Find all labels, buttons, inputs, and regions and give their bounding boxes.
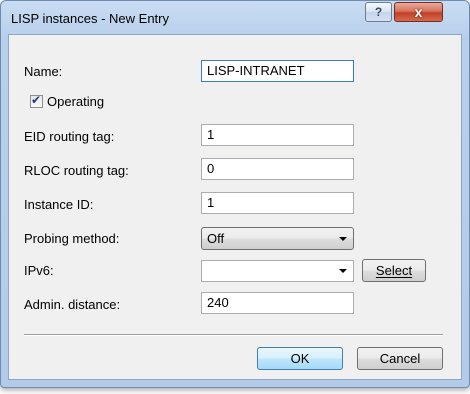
check-icon: ✔ bbox=[31, 93, 42, 107]
select-button[interactable]: Select bbox=[362, 259, 426, 282]
chevron-down-icon bbox=[339, 237, 347, 241]
admin-distance-field[interactable]: 240 bbox=[201, 292, 354, 314]
name-label: Name: bbox=[24, 64, 63, 79]
ipv6-label: IPv6: bbox=[24, 263, 54, 278]
admin-distance-label: Admin. distance: bbox=[24, 297, 121, 312]
probing-method-label: Probing method: bbox=[24, 231, 120, 246]
select-button-label: Select bbox=[375, 263, 413, 278]
eid-routing-tag-label: EID routing tag: bbox=[24, 129, 115, 144]
rloc-routing-tag-label: RLOC routing tag: bbox=[24, 163, 129, 178]
ok-button[interactable]: OK bbox=[257, 347, 343, 370]
cancel-button[interactable]: Cancel bbox=[357, 347, 443, 370]
divider bbox=[24, 334, 443, 336]
eid-routing-tag-field[interactable]: 1 bbox=[201, 124, 354, 146]
ipv6-combobox[interactable] bbox=[201, 260, 354, 282]
operating-checkbox[interactable]: ✔ bbox=[30, 93, 43, 108]
rloc-routing-tag-field[interactable]: 0 bbox=[201, 158, 354, 180]
chevron-down-icon[interactable] bbox=[339, 269, 347, 273]
close-button[interactable]: x bbox=[394, 2, 443, 22]
help-icon: ? bbox=[374, 5, 383, 19]
probing-method-value: Off bbox=[207, 231, 225, 246]
operating-label[interactable]: Operating bbox=[47, 94, 104, 109]
help-button[interactable]: ? bbox=[365, 2, 392, 22]
name-field[interactable]: LISP-INTRANET bbox=[201, 60, 354, 82]
instance-id-label: Instance ID: bbox=[24, 197, 94, 212]
close-icon: x bbox=[414, 4, 423, 20]
instance-id-field[interactable]: 1 bbox=[201, 192, 354, 214]
title-bar[interactable]: LISP instances - New Entry ? x bbox=[1, 1, 469, 35]
probing-method-select[interactable]: Off bbox=[201, 227, 354, 250]
window-title: LISP instances - New Entry bbox=[11, 11, 169, 26]
